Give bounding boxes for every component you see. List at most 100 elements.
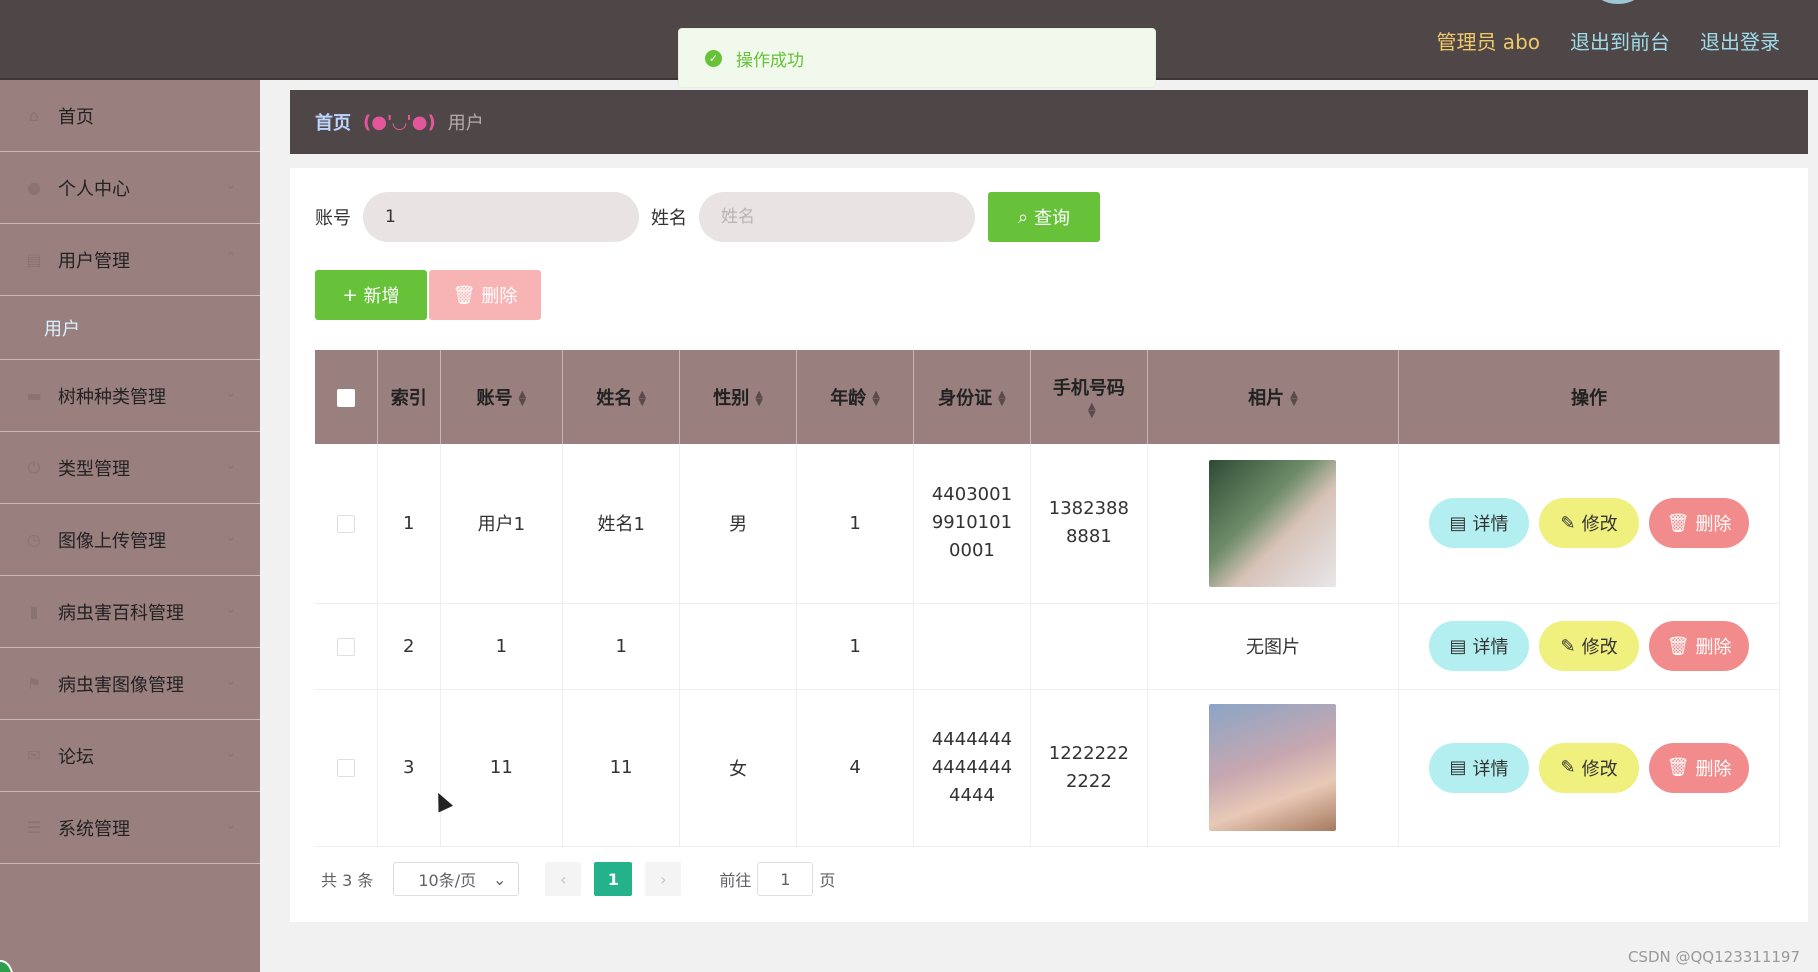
id-card-icon: ▤ [26,250,42,269]
batch-delete-button[interactable]: 🗑 删除 [429,270,541,320]
delete-button[interactable]: 🗑 删除 [1649,742,1750,793]
select-all-checkbox[interactable] [337,388,355,407]
clock-icon: ◷ [27,530,41,549]
sort-icon[interactable]: ▲ ▼ [1088,401,1096,419]
delete-button-label: 删除 [481,286,518,307]
add-button[interactable]: + 新增 [315,270,427,320]
sort-icon[interactable]: ▲ ▼ [872,390,880,408]
sort-icon[interactable]: ▲ ▼ [519,390,527,408]
chevron-down-icon: ⌄ [225,602,236,617]
sidebar-item-label: 病虫害百科管理 [58,602,184,624]
pencil-icon: ✎ [1560,512,1576,534]
sidebar-item-pest-images[interactable]: ⚑ 病虫害图像管理 ⌄ [0,648,260,720]
sort-icon[interactable]: ▲ ▼ [998,390,1006,408]
add-button-label: 新增 [363,286,400,307]
sidebar-item-label: 论坛 [58,746,94,768]
flag-icon: ⚑ [26,674,42,693]
cell-phone: 13823888881 [1048,498,1129,548]
next-page-button[interactable]: › [645,862,682,896]
page-number[interactable]: 1 [594,862,633,896]
col-index: 索引 [377,350,441,444]
col-label: 账号 [476,388,513,409]
delete-button[interactable]: 🗑 删除 [1649,621,1750,671]
col-photo[interactable]: 相片 ▲ ▼ [1147,350,1400,444]
logout-link[interactable]: 退出登录 [1700,26,1780,55]
user-photo[interactable] [1209,704,1337,831]
sidebar-item-pest-encyclopedia[interactable]: ▮ 病虫害百科管理 ⌄ [0,576,260,648]
prev-page-button[interactable]: ‹ [545,862,582,896]
sort-icon[interactable]: ▲ ▼ [638,390,646,408]
chevron-down-icon: ⌄ [225,674,236,689]
row-checkbox[interactable] [337,759,355,777]
cell-index: 2 [377,603,441,690]
breadcrumb-separator: (●'◡'●) [363,111,436,133]
col-gender[interactable]: 性别 ▲ ▼ [679,350,798,444]
sidebar-item-forum[interactable]: ✉ 论坛 ⌄ [0,720,260,792]
edit-button[interactable]: ✎ 修改 [1539,621,1640,671]
chevron-down-icon: ⌄ [225,458,236,473]
col-label: 性别 [713,388,750,409]
trash-icon: 🗑 [1666,635,1690,657]
sidebar-item-profile[interactable]: ● 个人中心 ⌄ [0,152,260,224]
user-photo[interactable] [1209,459,1337,587]
detail-button[interactable]: ▤ 详情 [1429,498,1530,549]
row-checkbox[interactable] [337,514,355,533]
detail-button[interactable]: ▤ 详情 [1429,742,1530,793]
sidebar-item-home[interactable]: ⌂ 首页 [0,80,260,152]
cell-gender: 女 [679,689,798,847]
sort-icon[interactable]: ▲ ▼ [1290,390,1298,408]
user-table: 索引 账号 ▲ ▼ 姓名 ▲ ▼ 性别 ▲ ▼ 年龄 ▲ ▼ 身份证 ▲ ▼ 手机号码 ▲ ▼ 相片 ▲ ▼… [315,350,1780,847]
sidebar-item-image-upload[interactable]: ◷ 图像上传管理 ⌄ [0,504,260,576]
cell-no-photo: 无图片 [1147,603,1400,690]
col-phone[interactable]: 手机号码 ▲ ▼ [1030,350,1148,444]
sidebar-item-user-management[interactable]: ▤ 用户管理 ⌃ [0,224,260,296]
account-input[interactable] [363,192,639,242]
sort-icon[interactable]: ▲ ▼ [755,390,763,408]
cell-gender: 男 [679,444,798,604]
breadcrumb: 首页 (●'◡'●) 用户 [290,90,1808,154]
sidebar-item-label: 类型管理 [58,458,130,480]
cell-account: 1 [440,603,564,690]
cell-phone: 12222222222 [1048,742,1129,792]
select-all-cell [315,350,379,444]
detail-button[interactable]: ▤ 详情 [1429,621,1530,671]
query-button-label: 查询 [1034,208,1071,229]
col-name[interactable]: 姓名 ▲ ▼ [562,350,681,444]
sidebar-item-tree-species[interactable]: ▬ 树种种类管理 ⌄ [0,360,260,432]
cell-account: 用户1 [440,444,564,604]
page-size-select[interactable]: 10条/页 ⌄ [393,862,520,896]
breadcrumb-home[interactable]: 首页 [315,109,351,135]
chevron-down-icon: ⌄ [225,386,236,401]
name-input[interactable] [699,192,975,242]
goto-suffix: 页 [819,871,836,890]
floating-badge[interactable] [0,960,14,972]
goto-page-input[interactable] [757,862,814,896]
row-checkbox[interactable] [337,637,355,656]
delete-button[interactable]: 🗑 删除 [1649,498,1750,549]
col-account[interactable]: 账号 ▲ ▼ [440,350,564,444]
sidebar-item-system[interactable]: ☰ 系统管理 ⌄ [0,792,260,864]
sidebar-subitem-users[interactable]: 用户 [0,296,260,360]
cell-account: 11 [440,689,564,847]
search-bar: 账号 姓名 ⌕ 查询 [315,192,1100,242]
row-actions: ▤ 详情 ✎ 修改 🗑 删除 [1399,621,1779,671]
sidebar-item-type-management[interactable]: ⏻ 类型管理 ⌄ [0,432,260,504]
exit-to-frontend-link[interactable]: 退出到前台 [1570,26,1670,55]
col-age[interactable]: 年龄 ▲ ▼ [796,350,914,444]
document-icon: ▤ [1449,757,1467,778]
cell-name: 姓名1 [562,444,681,604]
col-id-card[interactable]: 身份证 ▲ ▼ [913,350,1031,444]
edit-button[interactable]: ✎ 修改 [1539,498,1640,549]
edit-button[interactable]: ✎ 修改 [1539,742,1640,793]
sidebar-item-label: 病虫害图像管理 [58,674,184,696]
cell-index: 1 [377,444,441,604]
pagination: 共 3 条 10条/页 ⌄ ‹ 1 › 前往 页 [321,862,835,896]
chevron-right-icon: › [660,869,667,889]
document-icon: ▤ [1449,512,1467,534]
query-button[interactable]: ⌕ 查询 [988,192,1100,242]
chevron-up-icon: ⌃ [225,250,236,265]
cell-id-card: 440300199101010001 [931,484,1013,562]
sidebar-item-label: 用户 [44,318,80,340]
col-label: 年龄 [830,388,867,409]
detail-label: 详情 [1472,637,1509,658]
